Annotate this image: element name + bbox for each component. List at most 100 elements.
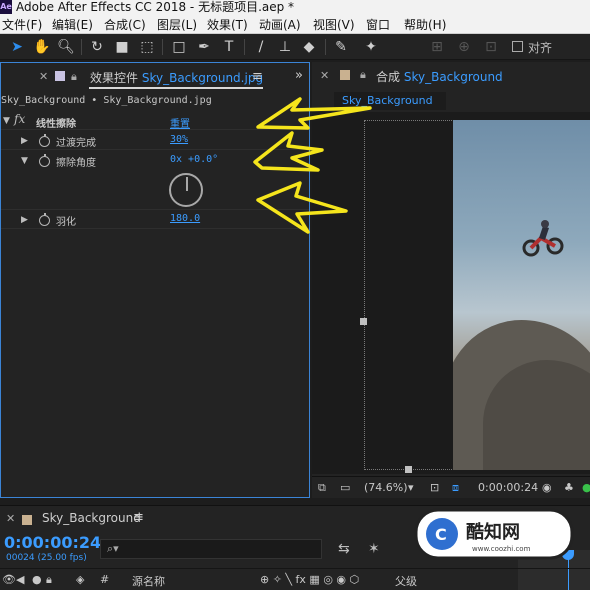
eraser-tool-icon[interactable]: ◆ — [300, 38, 318, 56]
snapshot-icon[interactable]: ◉ — [542, 481, 552, 494]
monitor-icon[interactable]: ▭ — [340, 481, 350, 494]
svg-text:C: C — [435, 525, 447, 544]
close-icon[interactable]: ✕ — [39, 70, 48, 83]
menu-bar: 文件(F) 编辑(E) 合成(C) 图层(L) 效果(T) 动画(A) 视图(V… — [0, 14, 590, 34]
stopwatch-icon[interactable] — [39, 154, 50, 167]
puppet-pin-tool-icon[interactable]: ✦ — [362, 38, 380, 56]
expand-arrow-icon[interactable]: ▼ — [3, 116, 10, 126]
panel-menu-icon[interactable]: ≡ — [252, 69, 263, 84]
layer-handle[interactable] — [360, 318, 367, 325]
tab-effect-controls[interactable]: 效果控件 Sky_Background.jpg — [90, 69, 263, 86]
menu-composition[interactable]: 合成(C) — [104, 16, 146, 33]
close-icon[interactable]: ✕ — [320, 69, 329, 82]
row-divider — [1, 209, 309, 210]
layer-search-input[interactable]: ⌕▾ — [100, 539, 322, 559]
lock-icon[interactable]: 🔒︎ — [360, 68, 366, 82]
pen-tool-icon[interactable]: ✒ — [195, 38, 213, 56]
zoom-level[interactable]: (74.6%) — [364, 481, 408, 494]
window-title: Adobe After Effects CC 2018 - 无标题项目.aep … — [16, 0, 295, 14]
audio-toggle-icon[interactable]: ◀ — [16, 573, 24, 586]
close-icon[interactable]: ✕ — [6, 512, 15, 525]
pan-behind-tool-icon[interactable]: ⬚ — [138, 38, 156, 56]
menu-view[interactable]: 视图(V) — [313, 16, 355, 33]
fx-icon[interactable]: fx — [14, 112, 25, 126]
comp-color-swatch — [340, 70, 350, 80]
comp-flowchart-tab[interactable]: Sky_Background — [334, 92, 446, 110]
hand-tool-icon[interactable]: ✋ — [33, 38, 51, 56]
rotate-tool-icon[interactable]: ↻ — [88, 38, 106, 56]
composition-viewer[interactable] — [312, 112, 590, 474]
zoom-tool-icon[interactable]: 🔍︎ — [57, 38, 75, 56]
row-divider — [1, 228, 309, 229]
solo-icon[interactable]: ● — [32, 573, 42, 586]
layer-handle[interactable] — [405, 466, 412, 473]
transparency-grid-icon[interactable]: ⧈ — [452, 481, 459, 495]
local-axis-icon[interactable]: ⊞ — [428, 38, 446, 56]
panel-menu-icon[interactable]: ≡ — [133, 510, 144, 525]
toolbar-divider — [325, 39, 326, 55]
lock-icon[interactable]: 🔒︎ — [46, 573, 52, 587]
frame-count: 00024 (25.00 fps) — [6, 553, 87, 563]
menu-effect[interactable]: 效果(T) — [207, 16, 248, 33]
comp-viewer-footer: ⧉ ▭ (74.6%) ▾ ⊡ ⧈ 0:00:00:24 ◉ ♣ ● — [312, 476, 590, 498]
layer-path: Sky_Background • Sky_Background.jpg — [1, 95, 212, 106]
stopwatch-icon[interactable] — [39, 213, 50, 226]
show-snapshot-icon[interactable]: ♣ — [564, 481, 574, 494]
expand-arrow-icon[interactable]: ▶ — [21, 215, 28, 225]
menu-help[interactable]: 帮助(H) — [404, 16, 446, 33]
menu-animation[interactable]: 动画(A) — [259, 16, 301, 33]
effect-controls-panel: ✕ 🔒︎ 效果控件 Sky_Background.jpg ≡ » Sky_Bac… — [0, 62, 310, 498]
camera-tool-icon[interactable]: ■ — [113, 38, 131, 56]
wipe-angle-value[interactable]: 0x +0.0° — [170, 154, 218, 165]
transition-completion-value[interactable]: 30% — [170, 134, 188, 145]
view-axis-icon[interactable]: ⊡ — [482, 38, 500, 56]
channel-icon[interactable]: ● — [582, 481, 590, 494]
layer-number-header[interactable]: # — [100, 573, 109, 586]
property-wipe-angle: 擦除角度 — [56, 158, 96, 169]
parent-header[interactable]: 父级 — [395, 573, 417, 589]
source-name-header[interactable]: 源名称 — [132, 573, 165, 589]
current-time[interactable]: 0:00:00:24 — [478, 481, 538, 494]
angle-dial-needle — [186, 177, 188, 191]
reset-link[interactable]: 重置 — [170, 115, 190, 130]
title-bar: Ae Adobe After Effects CC 2018 - 无标题项目.a… — [0, 0, 590, 14]
timeline-current-time[interactable]: 0:00:00:24 — [4, 533, 101, 552]
stopwatch-icon[interactable] — [39, 134, 50, 147]
comp-flowchart-icon[interactable]: ⇆ — [338, 541, 350, 557]
property-feather: 羽化 — [56, 217, 76, 228]
label-icon[interactable]: ◈ — [76, 573, 84, 586]
layer-color-swatch — [55, 71, 65, 81]
coozhi-watermark: C 酷知网 www.coozhi.com — [414, 508, 574, 560]
tab-composition[interactable]: 合成 Sky_Background — [376, 68, 503, 85]
selection-tool-icon[interactable]: ➤ — [8, 38, 26, 56]
expand-arrow-icon[interactable]: ▶ — [21, 136, 28, 146]
rectangle-tool-icon[interactable]: □ — [170, 38, 188, 56]
roto-brush-tool-icon[interactable]: ✎ — [332, 38, 350, 56]
switches-header-icon[interactable]: ⊕ ✧ ╲ fx ▦ ◎ ◉ ⬡ — [260, 573, 359, 586]
world-axis-icon[interactable]: ⊕ — [455, 38, 473, 56]
video-toggle-icon[interactable]: 👁︎ — [2, 573, 16, 586]
property-transition-completion: 过渡完成 — [56, 138, 96, 149]
brush-tool-icon[interactable]: / — [252, 38, 270, 56]
zoom-dropdown-icon[interactable]: ▾ — [408, 481, 414, 494]
timeline-comp-name[interactable]: Sky_Background — [42, 511, 141, 525]
snap-checkbox[interactable] — [512, 41, 523, 52]
tools-panel: ➤ ✋ 🔍︎ ↻ ■ ⬚ □ ✒ T / ⊥ ◆ ✎ ✦ ⊞ ⊕ ⊡ 对齐 — [0, 34, 590, 60]
draft-3d-icon[interactable]: ✶ — [368, 541, 380, 557]
panel-overflow-icon[interactable]: » — [295, 68, 303, 83]
clone-stamp-tool-icon[interactable]: ⊥ — [276, 38, 294, 56]
type-tool-icon[interactable]: T — [220, 38, 238, 56]
menu-file[interactable]: 文件(F) — [2, 16, 42, 33]
row-divider — [1, 129, 309, 130]
lock-icon[interactable]: 🔒︎ — [71, 70, 77, 84]
feather-value[interactable]: 180.0 — [170, 213, 200, 224]
snap-label: 对齐 — [528, 41, 553, 55]
toolbar-divider — [162, 39, 163, 55]
menu-layer[interactable]: 图层(L) — [157, 16, 197, 33]
menu-window[interactable]: 窗口 — [366, 16, 390, 33]
angle-dial[interactable] — [169, 173, 203, 207]
always-preview-icon[interactable]: ⧉ — [318, 481, 326, 495]
menu-edit[interactable]: 编辑(E) — [52, 16, 93, 33]
collapse-arrow-icon[interactable]: ▼ — [21, 156, 28, 166]
fit-icon[interactable]: ⊡ — [430, 481, 439, 494]
